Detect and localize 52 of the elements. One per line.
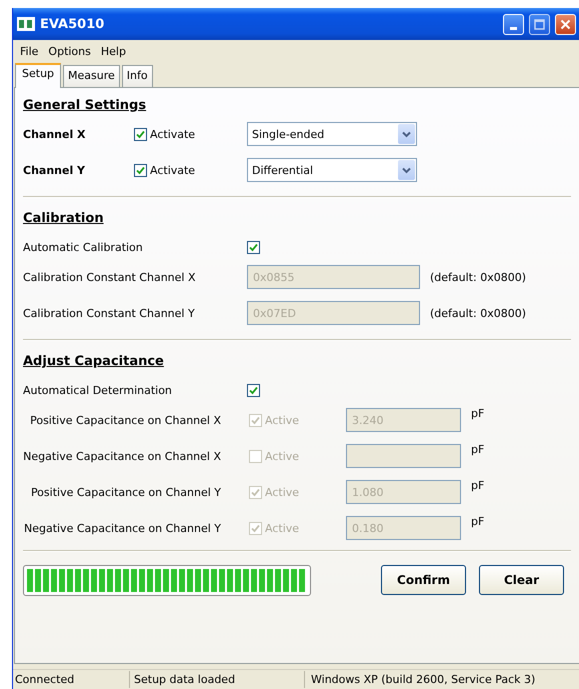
menu-item[interactable]: Help — [96, 44, 131, 58]
checkbox-label: Active — [265, 486, 300, 498]
checkbox-label: Activate — [150, 164, 196, 176]
action-button[interactable]: Confirm — [381, 565, 466, 595]
checkbox[interactable] — [134, 128, 147, 140]
field-label: Calibration Constant Channel Y — [23, 306, 196, 320]
checkbox-label: Active — [265, 450, 300, 462]
field-label: Automatic Calibration — [23, 240, 144, 254]
unit-label: pF — [471, 479, 484, 492]
logo-icon — [17, 17, 35, 31]
unit-label: pF — [471, 515, 484, 528]
action-button[interactable]: Clear — [479, 565, 564, 595]
checkbox-label: Active — [265, 522, 300, 534]
maximize-button[interactable] — [529, 14, 550, 34]
mode-dropdown[interactable]: Single-ended — [247, 122, 417, 146]
maximize-icon — [534, 18, 545, 30]
checkbox-label: Activate — [150, 128, 196, 140]
tab[interactable]: Setup — [15, 63, 62, 88]
field-label: Automatical Determination — [23, 384, 173, 396]
unit-label: pF — [471, 407, 484, 420]
window-title: EVA5010 — [40, 16, 106, 32]
tab[interactable]: Measure — [63, 65, 120, 87]
section-heading: Calibration — [23, 210, 105, 228]
status-text: Connected — [13, 671, 130, 688]
default-hint: (default: 0x0800) — [430, 270, 526, 284]
unit-label: pF — [471, 443, 484, 456]
checkbox[interactable] — [134, 164, 147, 176]
section-heading: Adjust Capacitance — [23, 353, 165, 371]
close-button[interactable] — [555, 14, 576, 34]
chevron-down-icon — [402, 166, 411, 174]
checkbox-label: Active — [265, 414, 300, 426]
field-label: Positive Capacitance on Channel X — [29, 414, 221, 426]
menu-item[interactable]: Options — [43, 44, 96, 58]
field-label: Negative Capacitance on Channel X — [23, 450, 221, 462]
channel-label: Channel X — [23, 128, 87, 140]
chevron-down-icon — [402, 130, 411, 138]
checkbox[interactable] — [247, 240, 260, 254]
menu-item[interactable]: File — [15, 44, 44, 58]
status-text: Setup data loaded — [130, 671, 305, 688]
field-label: Negative Capacitance on Channel Y — [23, 522, 221, 534]
field-label: Calibration Constant Channel X — [23, 270, 196, 284]
mode-dropdown[interactable]: Differential — [247, 158, 417, 182]
default-hint: (default: 0x0800) — [430, 306, 526, 320]
close-icon — [560, 18, 571, 30]
minimize-icon — [510, 26, 517, 30]
tab[interactable]: Info — [122, 65, 153, 87]
section-heading: General Settings — [23, 97, 148, 115]
checkbox[interactable] — [247, 384, 260, 396]
channel-label: Channel Y — [23, 164, 86, 176]
field-label: Positive Capacitance on Channel Y — [30, 486, 221, 498]
status-text: Windows XP (build 2600, Service Pack 3) — [310, 672, 536, 688]
minimize-button[interactable] — [503, 14, 524, 34]
